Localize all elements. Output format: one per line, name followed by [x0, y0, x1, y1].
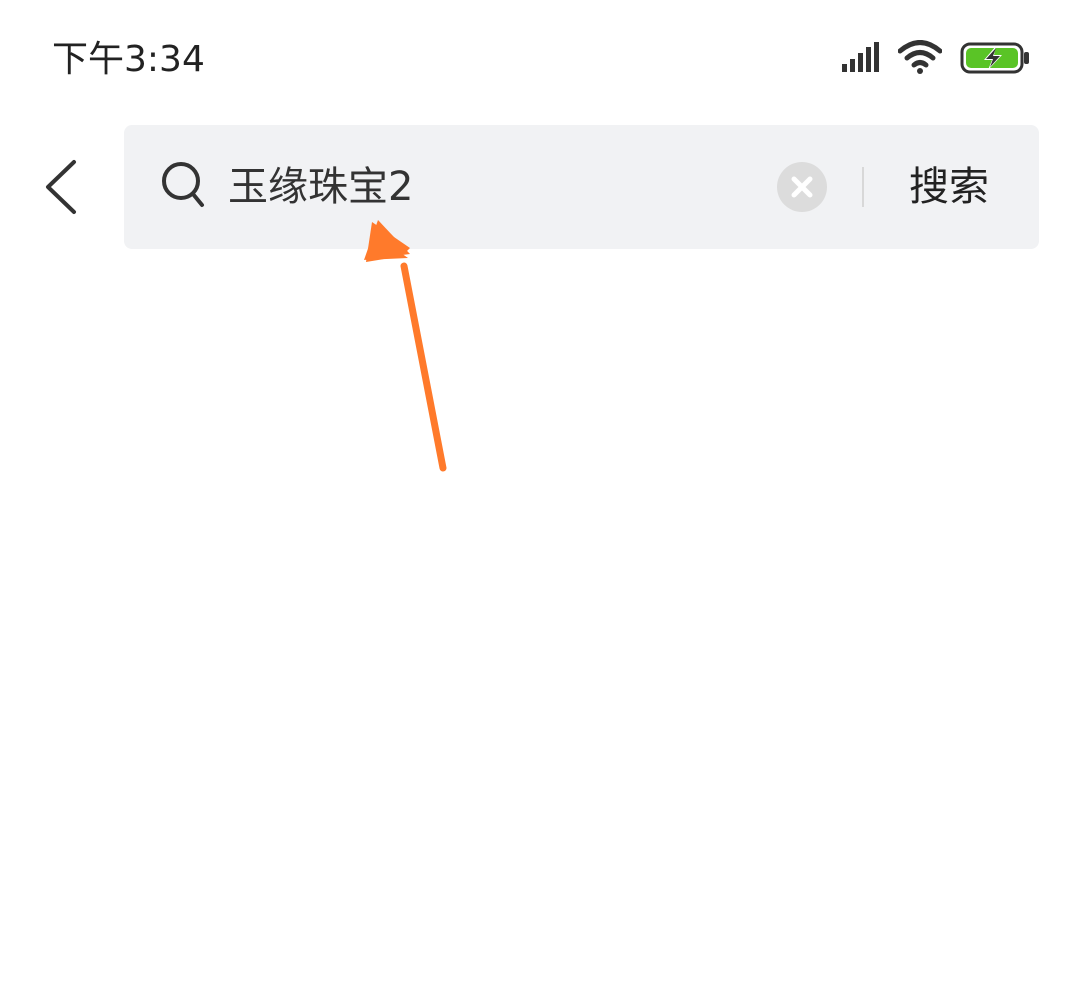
search-screen: 下午3:34 玉缘珠宝2 搜索 [0, 0, 1080, 982]
search-bar: 搜索 [124, 125, 1039, 249]
status-bar: 下午3:34 [0, 0, 1080, 110]
clear-circle-icon [777, 162, 827, 212]
back-button[interactable] [30, 150, 90, 224]
wifi-icon [897, 40, 943, 74]
clear-input-button[interactable] [777, 162, 827, 212]
search-icon [160, 159, 208, 211]
status-time: 下午3:34 [52, 39, 205, 80]
chevron-left-icon [46, 160, 76, 214]
search-input[interactable] [228, 157, 748, 217]
divider [862, 167, 864, 207]
battery-charging-icon [960, 42, 1030, 74]
signal-strength-icon [842, 42, 882, 72]
search-button[interactable]: 搜索 [894, 155, 1004, 219]
search-results-area [0, 260, 1080, 982]
